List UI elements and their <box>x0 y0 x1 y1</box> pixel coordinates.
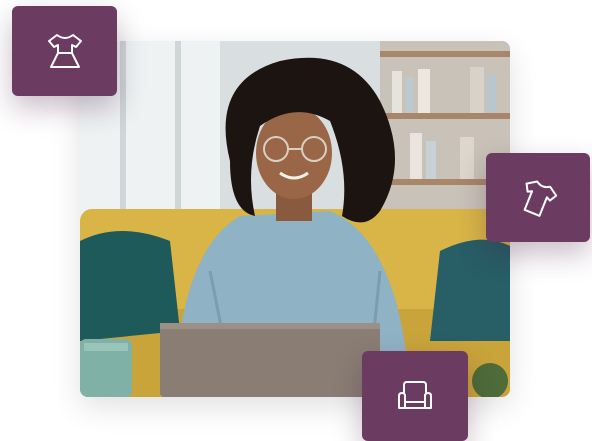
hero-photo <box>80 41 510 397</box>
tshirt-category-tile[interactable] <box>486 153 590 242</box>
dress-icon <box>47 34 82 68</box>
armchair-category-tile[interactable] <box>362 351 468 441</box>
dress-category-tile[interactable] <box>12 6 117 96</box>
hero-photo-illustration <box>80 41 510 397</box>
tshirt-icon <box>523 179 558 217</box>
armchair-icon <box>398 381 432 409</box>
